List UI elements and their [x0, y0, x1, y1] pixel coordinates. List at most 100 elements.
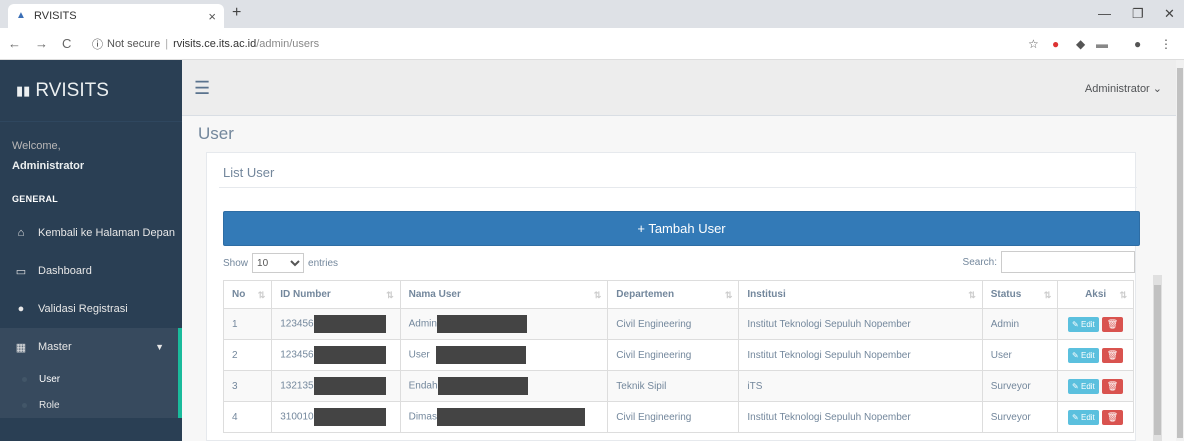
url-field[interactable]: ⓘ Not secure | rvisits.ce.its.ac.id /adm… [92, 33, 319, 55]
sidebar-username: Administrator [12, 160, 85, 172]
cell-id: 123456 [271, 308, 401, 340]
column-header-id[interactable]: ID Number ⇅ [271, 280, 401, 309]
top-navbar: ☰ Administrator ⌄ [182, 60, 1184, 116]
redaction-block [436, 315, 527, 333]
bookmark-star-icon[interactable]: ☆ [1028, 37, 1039, 51]
bullet-icon [22, 376, 27, 382]
column-header-no[interactable]: No ⇅ [222, 280, 273, 309]
table-row: 4 310010 Dimas Civil Engineering Institu… [222, 401, 1134, 433]
edit-button[interactable]: ✎ Edit [1068, 378, 1099, 394]
delete-button[interactable]: 🗑 [1101, 347, 1124, 363]
cell-aksi: ✎ Edit 🗑 [1057, 339, 1134, 371]
submenu-item-role[interactable]: Role [0, 392, 178, 418]
cell-departemen: Teknik Sipil [607, 370, 740, 402]
cell-departemen: Civil Engineering [607, 308, 740, 340]
sort-icon: ⇅ [968, 290, 976, 300]
sidebar-item-master[interactable]: ▦ Master ▼ [0, 328, 182, 366]
trash-icon: 🗑 [1106, 349, 1119, 360]
brand[interactable]: ▮▮ RVISITS [0, 60, 182, 122]
table-row: 1 123456 Admin Civil Engineering Institu… [222, 308, 1134, 340]
url-path: /admin/users [256, 38, 320, 50]
cell-aksi: ✎ Edit 🗑 [1057, 401, 1134, 433]
menu-toggle-icon[interactable]: ☰ [194, 78, 210, 99]
forward-icon[interactable]: → [35, 36, 48, 51]
not-secure-label: Not secure [107, 38, 161, 50]
delete-button[interactable]: 🗑 [1101, 316, 1124, 332]
page-title: User [198, 124, 234, 143]
reload-icon[interactable]: C [62, 36, 71, 51]
redaction-block [436, 408, 585, 426]
browser-menu-icon[interactable]: ⋮ [1160, 37, 1172, 51]
tab-close-icon[interactable]: × [208, 9, 216, 24]
column-header-aksi[interactable]: Aksi ⇅ [1057, 280, 1134, 309]
scrollbar-thumb[interactable] [1154, 285, 1161, 435]
header-label: No [232, 289, 246, 300]
minimize-icon[interactable]: — [1098, 6, 1111, 21]
info-icon[interactable]: ⓘ [92, 36, 103, 52]
brand-name: RVISITS [35, 79, 109, 101]
edit-button[interactable]: ✎ Edit [1068, 409, 1099, 425]
sidebar-menu: ⌂ Kembali ke Halaman Depan ▭ Dashboard ●… [0, 214, 182, 418]
sort-icon: ⇅ [257, 290, 266, 300]
search-input[interactable] [1001, 251, 1135, 273]
submenu-item-user[interactable]: User [0, 366, 178, 392]
new-tab-button[interactable]: + [232, 4, 241, 22]
sidebar-item-validasi[interactable]: ● Validasi Registrasi [0, 290, 182, 328]
table-header-row: No ⇅ ID Number ⇅ Nama User ⇅ Departemen ⇅ In… [222, 280, 1134, 309]
scrollbar-thumb[interactable] [1177, 68, 1183, 438]
id-text: 132135 [280, 380, 314, 392]
sidebar-item-home[interactable]: ⌂ Kembali ke Halaman Depan [0, 214, 182, 252]
column-header-status[interactable]: Status ⇅ [981, 280, 1059, 309]
sidebar: ▮▮ RVISITS Welcome, Administrator GENERA… [0, 60, 182, 441]
edit-button[interactable]: ✎ Edit [1068, 347, 1099, 363]
maximize-icon[interactable]: ❐ [1132, 6, 1144, 22]
column-header-departemen[interactable]: Departemen ⇅ [607, 280, 740, 309]
back-icon[interactable]: ← [8, 36, 21, 51]
main-content: User List User + Tambah User Show 10 ent… [182, 116, 1184, 441]
extension-icon[interactable]: ◆ [1076, 37, 1085, 51]
id-text: 123456 [280, 349, 314, 361]
cell-status: Surveyor [981, 370, 1059, 402]
submenu-label: Role [39, 399, 60, 411]
cell-id: 310010 [271, 401, 401, 433]
divider [219, 187, 1137, 188]
header-label: Status [990, 289, 1022, 300]
delete-button[interactable]: 🗑 [1101, 409, 1124, 425]
page-scrollbar[interactable] [1176, 60, 1184, 441]
master-submenu: User Role [0, 366, 182, 418]
table-search: Search: [963, 251, 1135, 273]
sort-icon: ⇅ [593, 290, 602, 300]
column-header-nama[interactable]: Nama User ⇅ [399, 280, 609, 309]
url-separator: | [165, 38, 169, 50]
browser-tab[interactable]: ▲ RVISITS × [8, 4, 224, 28]
chevron-down-icon: ▼ [155, 342, 164, 352]
delete-button[interactable]: 🗑 [1101, 378, 1124, 394]
cell-no: 3 [222, 370, 273, 402]
header-label: Aksi [1085, 289, 1107, 300]
window-close-icon[interactable]: ✕ [1164, 6, 1175, 22]
site-favicon-icon: ▲ [16, 10, 26, 21]
cell-departemen: Civil Engineering [607, 339, 740, 371]
edit-button[interactable]: ✎ Edit [1068, 316, 1099, 332]
entries-length-control: Show 10 entries [223, 253, 338, 273]
id-text: 310010 [280, 411, 314, 423]
cell-institusi: Institut Teknologi Sepuluh Nopember [738, 401, 983, 433]
entries-select[interactable]: 10 [252, 253, 305, 273]
add-user-button[interactable]: + Tambah User [223, 211, 1140, 246]
redaction-block [437, 377, 528, 395]
redaction-block [435, 346, 526, 364]
edit-label: Edit [1080, 350, 1095, 360]
adblock-icon[interactable]: ● [1052, 37, 1059, 51]
cell-institusi: Institut Teknologi Sepuluh Nopember [738, 339, 983, 371]
table-scrollbar[interactable] [1153, 275, 1162, 441]
column-header-institusi[interactable]: Institusi ⇅ [738, 280, 983, 309]
printer-icon[interactable]: ▬ [1096, 37, 1108, 51]
header-label: ID Number [280, 289, 331, 300]
profile-avatar-icon[interactable]: ● [1134, 37, 1141, 51]
windows-icon: ▦ [15, 341, 27, 354]
welcome-text: Welcome, [12, 140, 61, 152]
sidebar-item-dashboard[interactable]: ▭ Dashboard [0, 252, 182, 290]
user-dropdown[interactable]: Administrator ⌄ [1085, 82, 1162, 95]
search-label: Search: [962, 256, 997, 268]
panel-title: List User [223, 165, 275, 180]
